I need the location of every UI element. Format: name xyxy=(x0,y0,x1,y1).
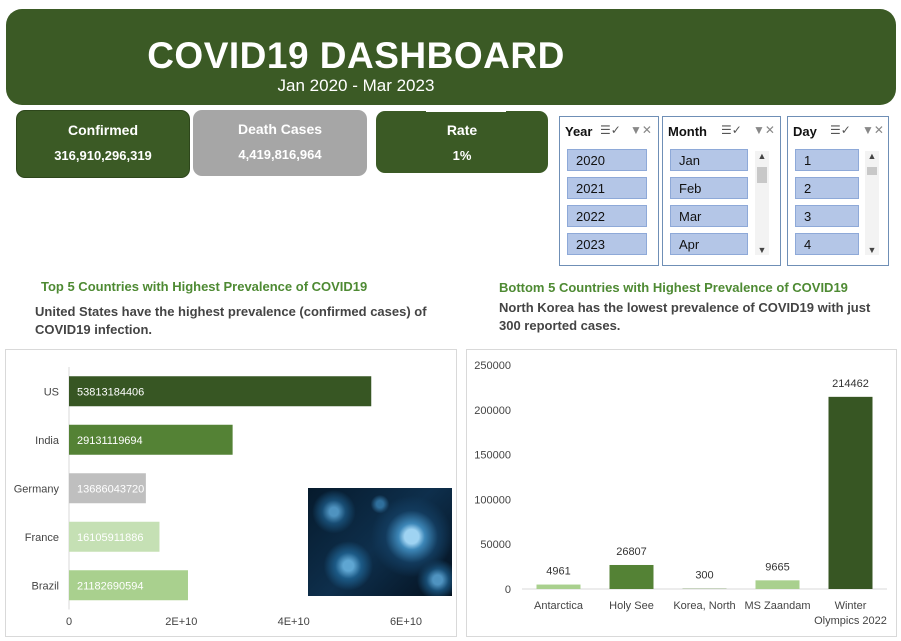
month-slicer-item[interactable]: Jan xyxy=(670,149,748,171)
y-tick-label: India xyxy=(35,435,60,447)
scroll-thumb[interactable] xyxy=(867,167,877,175)
scroll-down-icon[interactable]: ▼ xyxy=(755,245,769,255)
x-tick-label: 0 xyxy=(66,616,72,628)
multi-select-icon[interactable]: ☰✓ xyxy=(721,123,742,137)
x-tick-label: Holy See xyxy=(609,600,654,612)
x-tick-label: 4E+10 xyxy=(278,616,310,628)
clear-filter-icon[interactable]: ▼✕ xyxy=(862,123,884,137)
year-slicer: Year ☰✓ ▼✕ 2020 2021 2022 2023 xyxy=(559,116,659,266)
clear-filter-icon[interactable]: ▼✕ xyxy=(753,123,775,137)
bottom5-chart-frame: 0 50000 100000 150000 200000 250000 4961 Antarc… xyxy=(466,349,897,637)
bar xyxy=(609,564,654,589)
scroll-down-icon[interactable]: ▼ xyxy=(865,245,879,255)
day-slicer: Day ☰✓ ▼✕ 1 2 3 4 ▲ ▼ xyxy=(787,116,889,266)
year-slicer-item[interactable]: 2023 xyxy=(567,233,647,255)
year-slicer-item[interactable]: 2020 xyxy=(567,149,647,171)
kpi-confirmed-card: Confirmed 316,910,296,319 xyxy=(16,110,190,178)
y-tick-label: Germany xyxy=(14,483,60,495)
data-label: 214462 xyxy=(832,378,869,390)
month-slicer-scrollbar[interactable]: ▲ ▼ xyxy=(755,151,769,255)
kpi-deaths-label: Death Cases xyxy=(237,121,323,137)
bar xyxy=(755,580,800,589)
top5-section-note: United States have the highest prevalenc… xyxy=(35,304,427,337)
data-label: 53813184406 xyxy=(77,386,144,398)
scroll-up-icon[interactable]: ▲ xyxy=(865,151,879,161)
year-slicer-item[interactable]: 2021 xyxy=(567,177,647,199)
data-label: 21182690594 xyxy=(77,580,143,592)
data-label: 13686043720 xyxy=(77,483,144,495)
dashboard-header: COVID19 DASHBOARD Jan 2020 - Mar 2023 xyxy=(6,9,896,105)
day-slicer-header: Day xyxy=(793,124,817,139)
y-tick-label: 250000 xyxy=(474,360,511,372)
x-tick-label: MS Zaandam xyxy=(744,600,810,612)
kpi-confirmed-label: Confirmed xyxy=(68,122,138,138)
bottom5-bar-chart: 0 50000 100000 150000 200000 250000 4961 Antarc… xyxy=(474,360,887,627)
multi-select-icon[interactable]: ☰✓ xyxy=(830,123,851,137)
y-tick-label: 200000 xyxy=(474,405,511,417)
data-label: 4961 xyxy=(546,566,570,578)
kpi-deaths-card: Death Cases 4,419,816,964 xyxy=(193,110,367,176)
x-tick-label: Olympics 2022 xyxy=(814,615,887,627)
y-tick-label: 0 xyxy=(505,584,511,596)
year-slicer-item[interactable]: 2022 xyxy=(567,205,647,227)
day-slicer-item[interactable]: 2 xyxy=(795,177,859,199)
kpi-rate-card: Rate 1% xyxy=(376,108,548,173)
data-label: 300 xyxy=(695,570,713,582)
kpi-deaths-value: 4,419,816,964 xyxy=(238,147,322,162)
bottom5-section-note: North Korea has the lowest prevalence of… xyxy=(499,300,871,333)
y-tick-label: France xyxy=(25,532,59,544)
kpi-confirmed-value: 316,910,296,319 xyxy=(54,148,152,163)
kpi-rate-value: 1% xyxy=(452,148,472,163)
day-slicer-item[interactable]: 3 xyxy=(795,205,859,227)
y-tick-label: US xyxy=(44,386,59,398)
scroll-thumb[interactable] xyxy=(757,167,767,183)
y-tick-label: 150000 xyxy=(474,450,511,462)
data-label: 26807 xyxy=(616,546,647,558)
data-label: 29131119694 xyxy=(77,435,143,447)
x-tick-label: Winter xyxy=(835,600,867,612)
x-tick-label: 2E+10 xyxy=(165,616,197,628)
month-slicer-item[interactable]: Mar xyxy=(670,205,748,227)
year-slicer-header: Year xyxy=(565,124,593,139)
kpi-rate-tab xyxy=(426,108,506,112)
top5-section-title: Top 5 Countries with Highest Prevalence … xyxy=(41,279,368,294)
coronavirus-image xyxy=(308,488,452,596)
day-slicer-item[interactable]: 1 xyxy=(795,149,859,171)
bar xyxy=(828,396,873,589)
x-tick-label: Korea, North xyxy=(673,600,735,612)
scroll-up-icon[interactable]: ▲ xyxy=(755,151,769,161)
y-tick-label: Brazil xyxy=(31,580,59,592)
day-slicer-item[interactable]: 4 xyxy=(795,233,859,255)
month-slicer: Month ☰✓ ▼✕ Jan Feb Mar Apr ▲ ▼ xyxy=(662,116,781,266)
month-slicer-item[interactable]: Feb xyxy=(670,177,748,199)
y-tick-label: 50000 xyxy=(480,539,511,551)
bottom5-section-title: Bottom 5 Countries with Highest Prevalen… xyxy=(499,280,848,295)
month-slicer-header: Month xyxy=(668,124,707,139)
dashboard-title: COVID19 DASHBOARD xyxy=(147,35,565,76)
y-tick-label: 100000 xyxy=(474,494,511,506)
bar xyxy=(536,584,581,589)
day-slicer-scrollbar[interactable]: ▲ ▼ xyxy=(865,151,879,255)
clear-filter-icon[interactable]: ▼✕ xyxy=(630,123,652,137)
x-tick-label: Antarctica xyxy=(534,600,584,612)
x-tick-label: 6E+10 xyxy=(390,616,422,628)
data-label: 9665 xyxy=(765,561,789,573)
data-label: 16105911886 xyxy=(77,532,143,544)
kpi-rate-label: Rate xyxy=(446,122,478,138)
multi-select-icon[interactable]: ☰✓ xyxy=(600,123,621,137)
dashboard-date-range: Jan 2020 - Mar 2023 xyxy=(277,76,435,95)
month-slicer-item[interactable]: Apr xyxy=(670,233,748,255)
